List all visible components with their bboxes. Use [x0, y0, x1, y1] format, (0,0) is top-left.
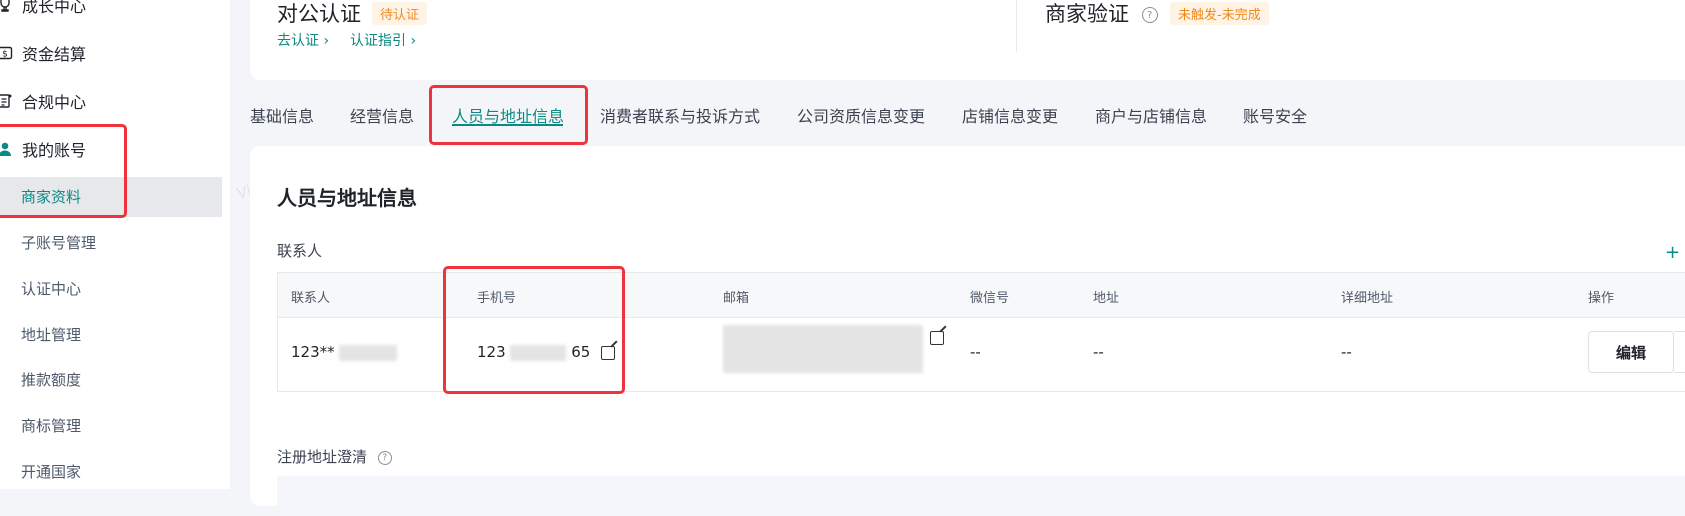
column-header: 详细地址: [1341, 291, 1394, 306]
go-cert-link[interactable]: 去认证 ›: [277, 30, 329, 50]
chevron-right-icon: ›: [323, 33, 330, 49]
public-cert-title: 对公认证: [277, 2, 361, 26]
edit-icon[interactable]: [929, 331, 944, 345]
sidebar-item-label: 我的账号: [22, 141, 87, 160]
column-header: 地址: [1093, 291, 1120, 306]
blurred-text: [339, 344, 398, 361]
sidebar-item-sub-accounts[interactable]: 子账号管理: [21, 228, 96, 258]
cert-guide-link[interactable]: 认证指引 ›: [350, 30, 416, 50]
sidebar-item-cert-center[interactable]: 认证中心: [21, 274, 81, 304]
sidebar-item-funds[interactable]: $ 资金结算: [0, 38, 86, 68]
tab-consumer-contact[interactable]: 消费者联系与投诉方式: [600, 103, 760, 127]
trophy-icon: [0, 0, 14, 14]
sidebar-item-merchant-info[interactable]: 商家资料: [21, 182, 81, 212]
help-icon[interactable]: ?: [377, 450, 392, 465]
sidebar-item-label: 资金结算: [22, 45, 87, 64]
user-icon: [0, 140, 14, 158]
sidebar-item-quota[interactable]: 推款额度: [21, 365, 81, 395]
tab-merchant-store[interactable]: 商户与店铺信息: [1095, 103, 1207, 127]
sidebar-item-compliance[interactable]: 合规中心: [0, 86, 86, 116]
address-cell: --: [1093, 343, 1104, 361]
sidebar-item-growth[interactable]: 成长中心: [0, 0, 86, 20]
sidebar-item-label: 合规中心: [22, 93, 87, 112]
document-icon: [0, 92, 14, 110]
sidebar-item-trademark[interactable]: 商标管理: [21, 411, 81, 441]
verification-card: 对公认证 待认证 去认证 › 认证指引 › 商家验证 ? 未触发-未完成: [250, 0, 1685, 80]
column-header: 联系人: [291, 291, 331, 306]
wechat-cell: --: [970, 343, 981, 361]
main-card: 人员与地址信息 联系人 + 联系人 手机号 邮箱 微信号 地址 详细地址 操作 …: [250, 146, 1685, 516]
sidebar-item-my-account[interactable]: 我的账号: [0, 134, 86, 164]
svg-text:$: $: [2, 50, 8, 60]
sidebar: 成长中心 $ 资金结算 合规中心 我的账号 商家资料 子账号管理 认证中心 地址…: [0, 0, 230, 489]
column-header: 操作: [1588, 291, 1615, 306]
detail-address-cell: --: [1341, 343, 1352, 361]
column-header: 邮箱: [723, 291, 750, 306]
status-badge: 未触发-未完成: [1170, 2, 1269, 25]
chevron-right-icon: ›: [410, 33, 417, 49]
phone-cell: 123 65: [477, 343, 616, 361]
email-cell: [723, 325, 944, 373]
divider: [1016, 0, 1017, 52]
table-header: 联系人 手机号 邮箱 微信号 地址 详细地址 操作: [278, 273, 1685, 318]
contact-title: 联系人: [277, 242, 323, 260]
column-header: 手机号: [477, 291, 517, 306]
sidebar-item-label: 成长中心: [22, 0, 87, 16]
register-address-bar: [277, 476, 1685, 516]
register-address-title: 注册地址澄清 ?: [277, 446, 392, 467]
active-tab-underline: [452, 124, 563, 126]
contact-table: 联系人 手机号 邮箱 微信号 地址 详细地址 操作 123** 123 65 -…: [277, 272, 1685, 392]
column-header: 微信号: [970, 291, 1010, 306]
contact-cell: 123**: [291, 343, 398, 361]
help-icon[interactable]: ?: [1141, 7, 1158, 23]
edit-icon[interactable]: [601, 345, 616, 360]
sidebar-item-address[interactable]: 地址管理: [21, 320, 81, 350]
tab-store-change[interactable]: 店铺信息变更: [962, 103, 1058, 127]
sidebar-item-countries[interactable]: 开通国家: [21, 457, 81, 487]
money-icon: $: [0, 44, 14, 62]
tab-company-qualification[interactable]: 公司资质信息变更: [797, 103, 925, 127]
section-title: 人员与地址信息: [277, 186, 417, 210]
tab-business-info[interactable]: 经营信息: [350, 103, 414, 127]
tab-account-security[interactable]: 账号安全: [1243, 103, 1307, 127]
tab-basic-info[interactable]: 基础信息: [250, 103, 314, 127]
add-contact-button[interactable]: +: [1665, 242, 1680, 263]
merchant-verify-title: 商家验证 ?: [1045, 0, 1158, 28]
blurred-text: [723, 325, 923, 373]
edit-button[interactable]: 编辑: [1588, 331, 1674, 373]
blurred-text: [510, 344, 567, 361]
chevron-down-icon[interactable]: ∨: [1674, 331, 1685, 373]
status-badge: 待认证: [372, 2, 428, 25]
